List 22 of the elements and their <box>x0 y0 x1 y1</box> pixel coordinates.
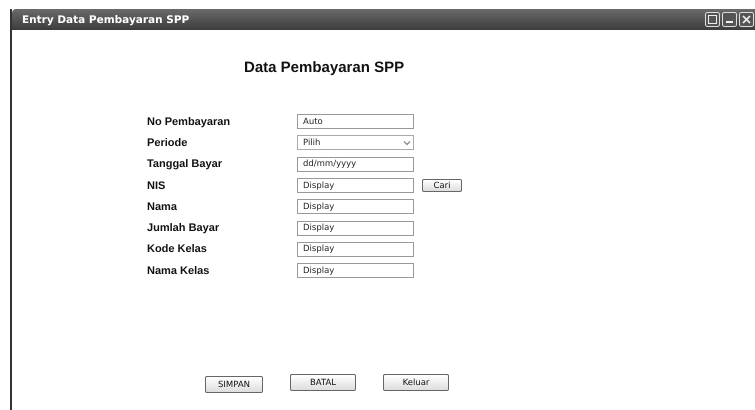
action-button[interactable]: SIMPAN <box>205 376 263 393</box>
window-title: Entry Data Pembayaran SPP <box>22 14 190 26</box>
input-field[interactable]: dd/mm/yyyy <box>297 156 414 172</box>
input-field[interactable]: Display <box>297 199 414 214</box>
field-label: Nama Kelas <box>147 264 210 277</box>
action-button[interactable]: Keluar <box>383 374 449 391</box>
field-label: Nama <box>147 200 178 213</box>
input-field[interactable]: Display <box>297 220 414 236</box>
field-label: Periode <box>147 136 188 149</box>
field-label: Jumlah Bayar <box>147 222 220 234</box>
action-button[interactable]: BATAL <box>290 374 356 391</box>
input-field[interactable]: Auto <box>297 114 414 130</box>
field-label: Tanggal Bayar <box>147 158 223 170</box>
form-heading: Data Pembayaran SPP <box>243 59 406 76</box>
input-field[interactable]: Display <box>297 263 414 278</box>
field-label: NIS <box>147 180 166 192</box>
input-field[interactable]: Display <box>297 242 414 257</box>
input-field[interactable]: Display <box>297 178 414 194</box>
field-label: Kode Kelas <box>147 243 208 256</box>
field-label: No Pembayaran <box>147 116 232 128</box>
dropdown[interactable]: Pilih <box>297 135 414 150</box>
search-button[interactable]: Cari <box>422 179 462 192</box>
